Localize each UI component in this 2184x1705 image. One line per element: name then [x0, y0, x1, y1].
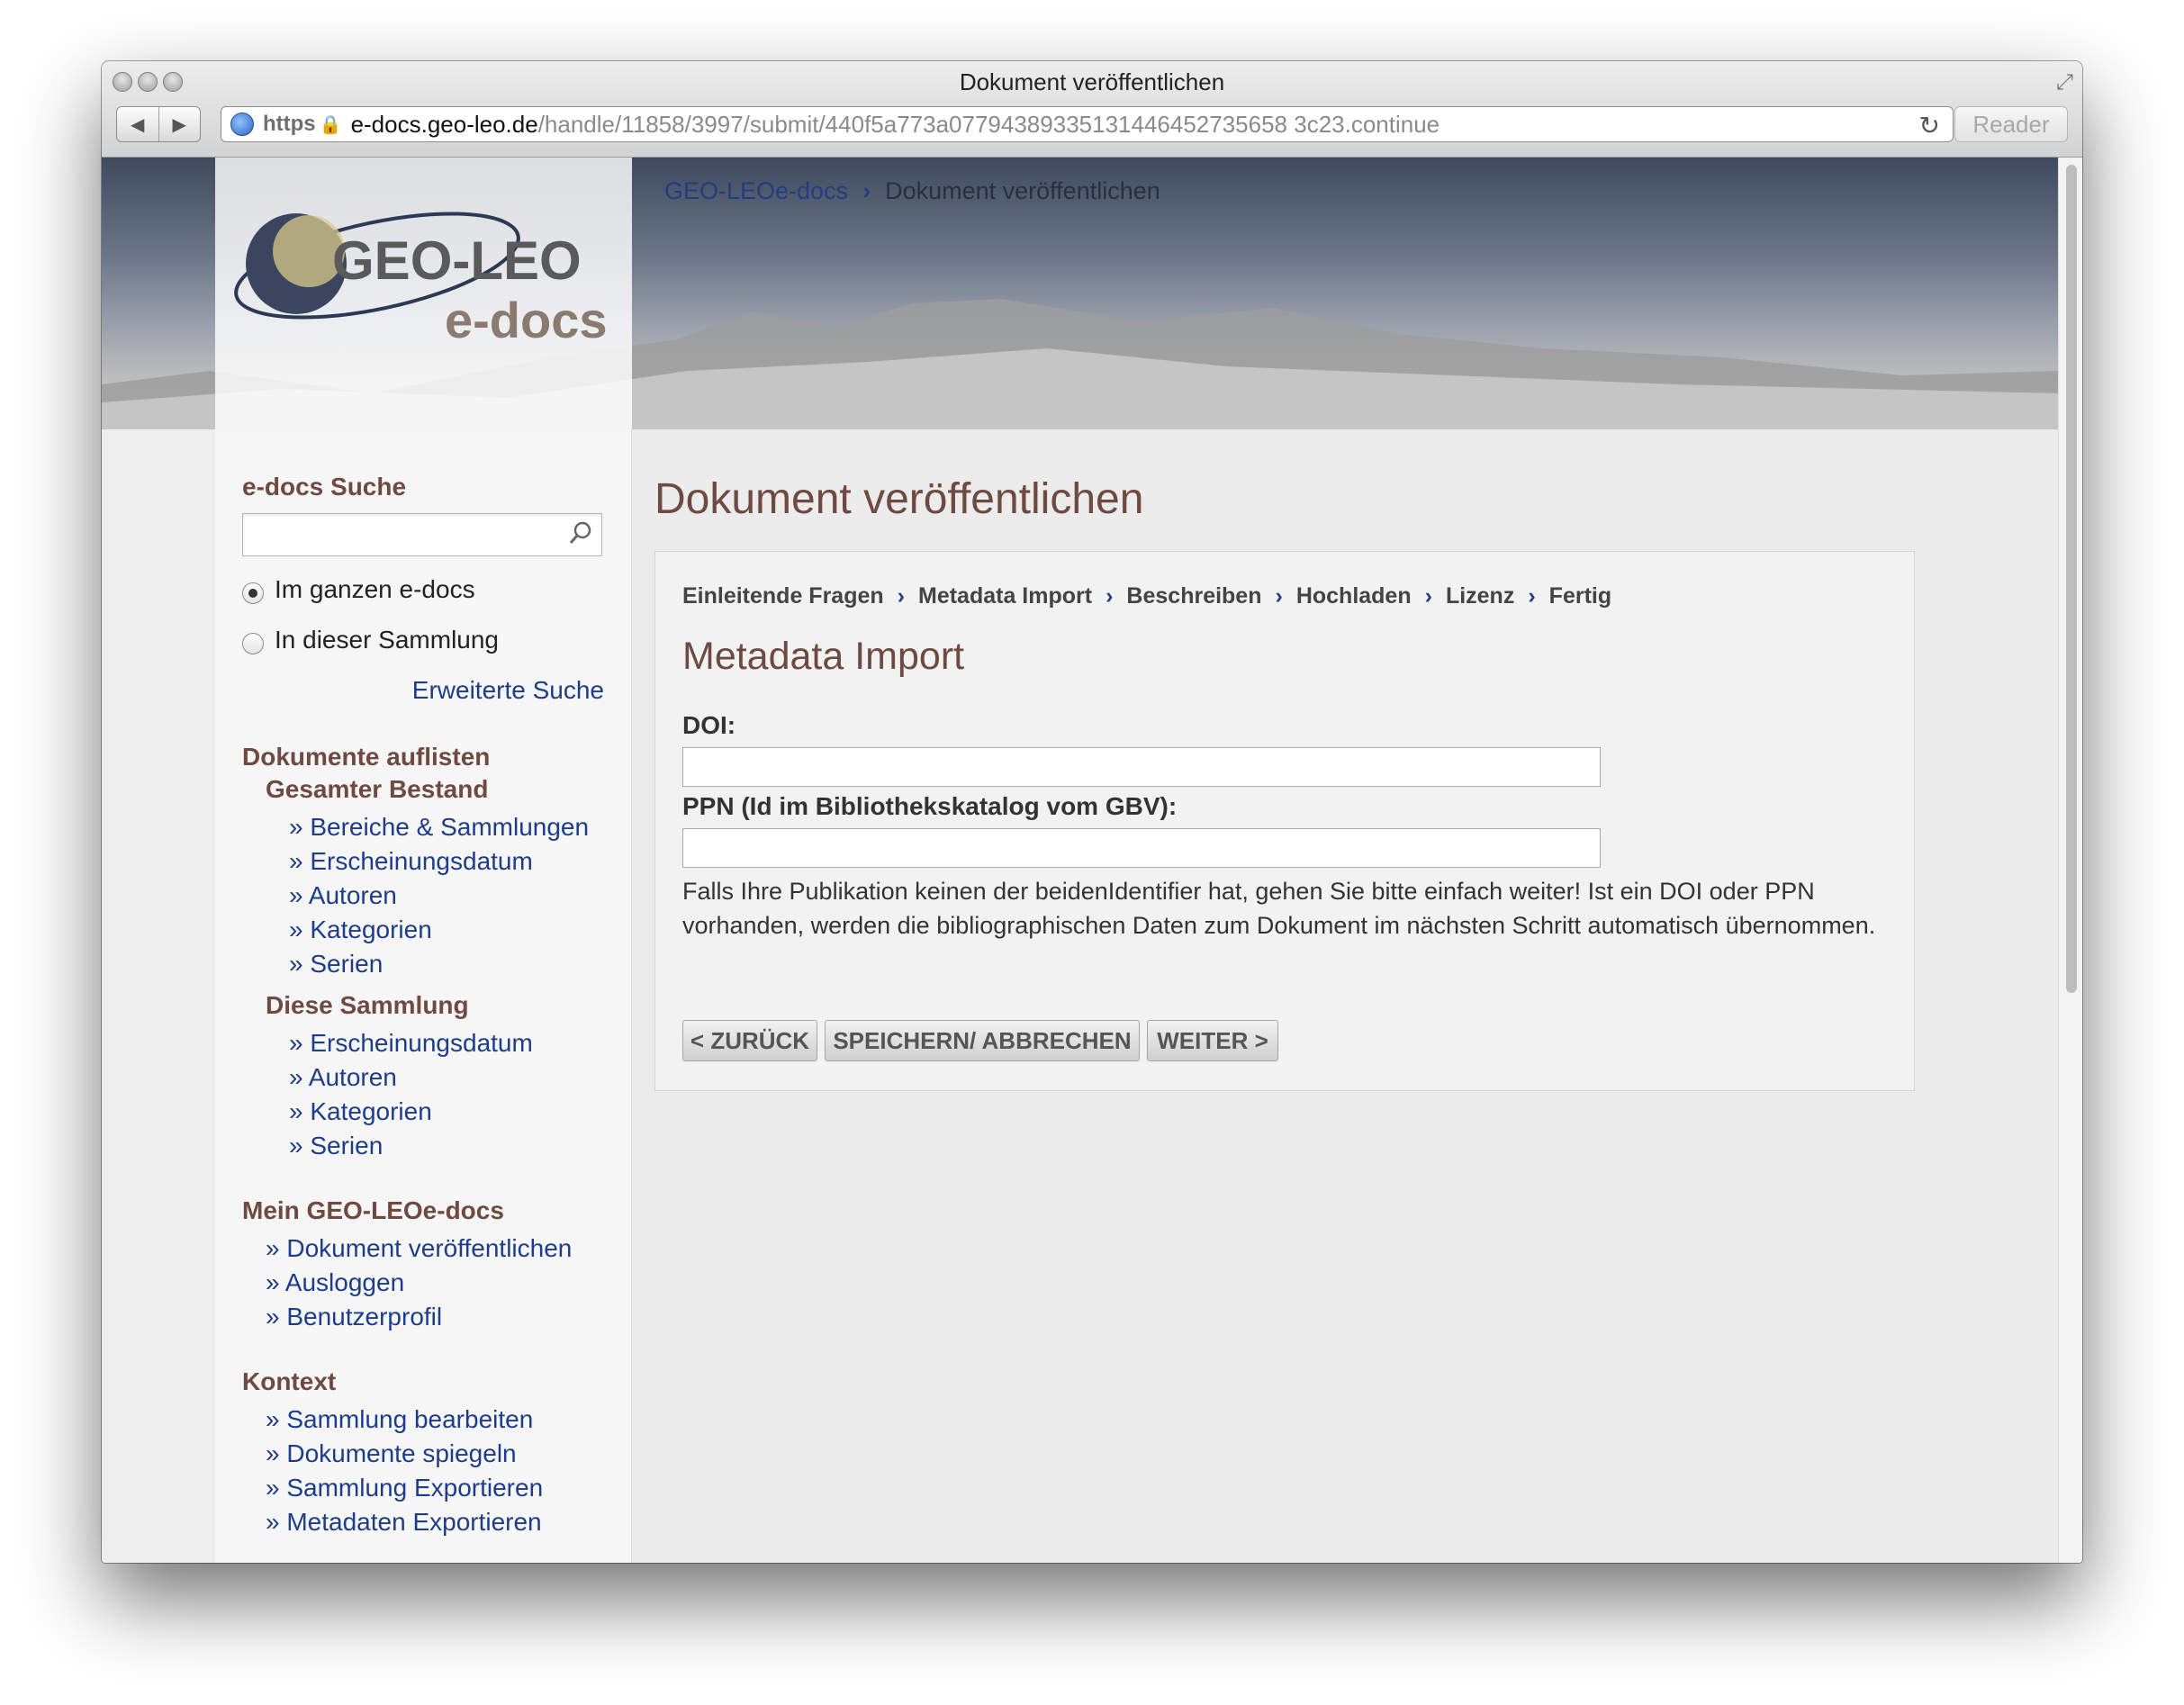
link-all-series[interactable]: » Serien	[289, 950, 383, 979]
search-icon[interactable]	[567, 519, 594, 546]
browse-heading: Dokumente auflisten	[242, 743, 491, 771]
address-bar[interactable]: https 🔒 e-docs.geo-leo.de /handle/11858/…	[221, 106, 1954, 142]
radio-search-collection-label[interactable]: In dieser Sammlung	[275, 626, 499, 654]
back-icon[interactable]: ◀	[117, 107, 159, 141]
breadcrumb: GEO-LEOe-docs › Dokument veröffentlichen	[664, 177, 1160, 205]
step-describe[interactable]: Beschreiben	[1126, 583, 1261, 609]
context-heading: Kontext	[242, 1367, 337, 1395]
logo-panel: GEO-LEO e-docs	[215, 158, 632, 429]
chevron-right-icon: ›	[1528, 583, 1536, 609]
url-scheme: https	[263, 112, 316, 136]
link-communities-collections[interactable]: » Bereiche & Sammlungen	[289, 813, 589, 842]
step-metadata-import[interactable]: Metadata Import	[918, 583, 1092, 609]
all-heading: Gesamter Bestand	[266, 775, 489, 803]
sidebar: e-docs Suche Im ganzen e-docs In dieser …	[215, 429, 632, 1563]
next-button[interactable]: WEITER >	[1147, 1020, 1278, 1061]
step-intro[interactable]: Einleitende Fragen	[682, 583, 884, 609]
doi-label: DOI:	[682, 711, 736, 739]
browser-toolbar: Dokument veröffentlichen ⤢ ◀ ▶ https 🔒 e…	[102, 61, 2082, 158]
lock-icon: 🔒	[319, 114, 342, 135]
breadcrumb-separator-icon: ›	[862, 177, 871, 204]
radio-search-collection[interactable]	[242, 633, 264, 654]
link-export-metadata[interactable]: » Metadaten Exportieren	[266, 1508, 542, 1537]
save-cancel-button[interactable]: SPEICHERN/ ABBRECHEN	[825, 1020, 1140, 1061]
submission-panel: Einleitende Fragen › Metadata Import › Besch…	[654, 551, 1915, 1091]
logo-text-edocs: e-docs	[445, 292, 608, 348]
step-license[interactable]: Lizenz	[1446, 583, 1514, 609]
help-text: Falls Ihre Publikation keinen der beiden…	[682, 878, 1876, 939]
submission-steps: Einleitende Fragen › Metadata Import › Besch…	[682, 583, 1611, 609]
url-path: /handle/11858/3997/submit/440f5a773a0779…	[537, 110, 1440, 138]
link-edit-collection[interactable]: » Sammlung bearbeiten	[266, 1405, 533, 1434]
chevron-right-icon: ›	[1424, 583, 1432, 609]
search-input[interactable]	[242, 513, 602, 556]
page-viewport: GEO-LEO e-docs GEO-LEOe-docs › Dokument ve…	[102, 158, 2082, 1563]
chevron-right-icon: ›	[1106, 583, 1114, 609]
globe-icon	[230, 113, 254, 136]
page-title: Dokument veröffentlichen	[654, 475, 1144, 523]
logo-text-geo-leo: GEO-LEO	[332, 230, 582, 291]
back-button[interactable]: < ZURÜCK	[682, 1020, 817, 1061]
browser-window: Dokument veröffentlichen ⤢ ◀ ▶ https 🔒 e…	[102, 61, 2082, 1563]
link-collection-series[interactable]: » Serien	[289, 1132, 383, 1160]
chevron-right-icon: ›	[897, 583, 905, 609]
link-collection-date[interactable]: » Erscheinungsdatum	[289, 1029, 533, 1058]
main-content: Dokument veröffentlichen Einleitende Fra…	[632, 429, 2059, 1563]
link-all-date[interactable]: » Erscheinungsdatum	[289, 847, 533, 876]
doi-input[interactable]	[682, 747, 1601, 787]
reload-icon[interactable]: ↻	[1919, 111, 1940, 140]
nav-buttons: ◀ ▶	[116, 106, 201, 142]
vertical-scrollbar[interactable]	[2058, 158, 2082, 1563]
url-host: e-docs.geo-leo.de	[350, 110, 538, 138]
step-upload[interactable]: Hochladen	[1296, 583, 1412, 609]
ppn-input[interactable]	[682, 828, 1601, 868]
ppn-label: PPN (Id im Bibliothekskatalog vom GBV):	[682, 792, 1178, 820]
my-account-heading: Mein GEO-LEOe-docs	[242, 1196, 504, 1224]
link-collection-authors[interactable]: » Autoren	[289, 1063, 397, 1092]
breadcrumb-current: Dokument veröffentlichen	[885, 177, 1160, 204]
link-collection-categories[interactable]: » Kategorien	[289, 1097, 432, 1126]
window-title: Dokument veröffentlichen	[959, 68, 1225, 95]
reader-button[interactable]: Reader	[1954, 106, 2068, 142]
advanced-search-link[interactable]: Erweiterte Suche	[412, 676, 604, 705]
this-collection-heading: Diese Sammlung	[266, 991, 469, 1019]
breadcrumb-home-link[interactable]: GEO-LEOe-docs	[664, 177, 848, 204]
fullscreen-icon[interactable]: ⤢	[2056, 70, 2073, 95]
link-submit-document[interactable]: » Dokument veröffentlichen	[266, 1234, 572, 1263]
radio-search-all-label[interactable]: Im ganzen e-docs	[275, 575, 475, 604]
scrollbar-thumb[interactable]	[2066, 165, 2077, 993]
link-logout[interactable]: » Ausloggen	[266, 1268, 404, 1297]
radio-search-all[interactable]	[242, 582, 264, 604]
forward-icon[interactable]: ▶	[159, 107, 201, 141]
link-export-collection[interactable]: » Sammlung Exportieren	[266, 1474, 543, 1502]
section-title: Metadata Import	[682, 635, 965, 678]
link-profile[interactable]: » Benutzerprofil	[266, 1303, 442, 1331]
link-mirror-documents[interactable]: » Dokumente spiegeln	[266, 1439, 517, 1468]
geo-leo-logo[interactable]: GEO-LEO e-docs	[215, 158, 632, 429]
step-finish[interactable]: Fertig	[1549, 583, 1611, 609]
site-header: GEO-LEO e-docs GEO-LEOe-docs › Dokument ve…	[102, 158, 2059, 429]
search-heading: e-docs Suche	[242, 473, 407, 501]
link-all-categories[interactable]: » Kategorien	[289, 916, 432, 944]
chevron-right-icon: ›	[1275, 583, 1283, 609]
link-all-authors[interactable]: » Autoren	[289, 881, 397, 910]
